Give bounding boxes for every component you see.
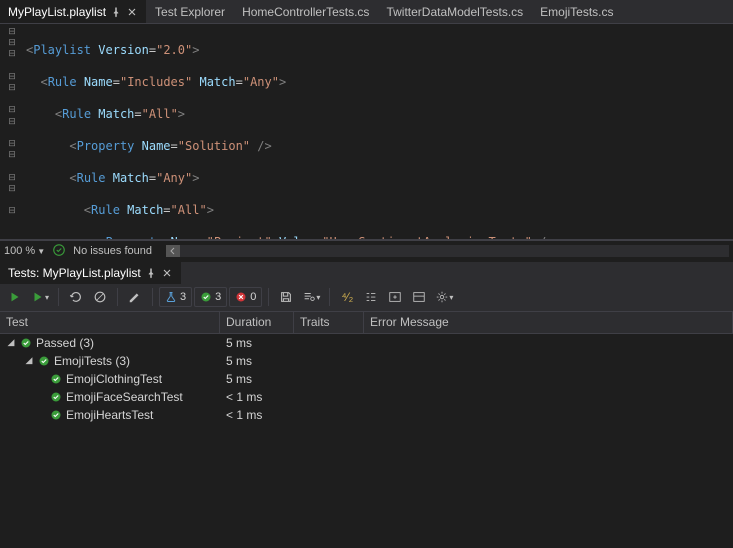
document-tabs-bar: MyPlayList.playlist Test Explorer HomeCo…	[0, 0, 733, 24]
expander-icon[interactable]: ◢	[24, 355, 34, 366]
run-button[interactable]: ▾	[28, 286, 52, 308]
tab-label: HomeControllerTests.cs	[242, 5, 369, 19]
run-all-button[interactable]	[4, 286, 26, 308]
zoom-level[interactable]: 100 % ▼	[4, 245, 45, 257]
save-playlist-button[interactable]	[275, 286, 297, 308]
tab-label: MyPlayList.playlist	[8, 5, 106, 19]
x-circle-icon	[235, 291, 247, 303]
fold-toggle[interactable]: ⊟	[0, 104, 24, 115]
tab-twitter-data-model-tests[interactable]: TwitterDataModelTests.cs	[378, 0, 532, 23]
check-circle-icon	[20, 337, 32, 349]
fold-toggle[interactable]: ⊟	[0, 138, 24, 149]
fold-toggle[interactable]: ⊟	[0, 205, 24, 216]
settings-button[interactable]: ▾	[432, 286, 456, 308]
cancel-build-button[interactable]	[89, 286, 111, 308]
check-circle-icon	[53, 244, 65, 259]
test-class-row[interactable]: ◢ EmojiTests (3) 5 ms	[0, 352, 733, 370]
expander-icon[interactable]: ◢	[6, 337, 16, 348]
columns-button[interactable]	[384, 286, 406, 308]
group-by-button[interactable]	[360, 286, 382, 308]
failed-tests-pill[interactable]: 0	[229, 287, 262, 307]
check-circle-icon	[50, 391, 62, 403]
column-error[interactable]: Error Message	[364, 312, 733, 333]
test-toolbar: ▾ 3 3 0 ▾ ⁴⁄₂ ▾	[0, 284, 733, 312]
close-icon[interactable]	[126, 6, 138, 18]
repeat-button[interactable]	[65, 286, 87, 308]
test-group-row[interactable]: ◢ Passed (3) 5 ms	[0, 334, 733, 352]
passed-tests-pill[interactable]: 3	[194, 287, 227, 307]
test-row[interactable]: EmojiFaceSearchTest < 1 ms	[0, 388, 733, 406]
issues-label: No issues found	[73, 245, 152, 257]
profile-icon[interactable]: ⁴⁄₂	[336, 286, 358, 308]
fold-toggle[interactable]: ⊟	[0, 37, 24, 48]
total-tests-pill[interactable]: 3	[159, 287, 192, 307]
close-icon[interactable]	[161, 267, 173, 279]
editor-status-bar: 100 % ▼ No issues found	[0, 240, 733, 262]
horizontal-scrollbar[interactable]	[166, 245, 729, 257]
column-test[interactable]: Test	[0, 312, 220, 333]
check-circle-icon	[38, 355, 50, 367]
tab-label: Test Explorer	[155, 5, 225, 19]
test-row[interactable]: EmojiClothingTest 5 ms	[0, 370, 733, 388]
tab-home-controller-tests[interactable]: HomeControllerTests.cs	[234, 0, 378, 23]
fold-toggle[interactable]: ⊟	[0, 116, 24, 127]
check-circle-icon	[50, 409, 62, 421]
pin-icon[interactable]	[145, 267, 157, 279]
check-circle-icon	[50, 373, 62, 385]
check-circle-icon	[200, 291, 212, 303]
chevron-down-icon: ▼	[37, 247, 45, 256]
column-duration[interactable]: Duration	[220, 312, 294, 333]
view-button[interactable]	[408, 286, 430, 308]
code-editor: ⊟ ⊟ ⊟ ⊟ ⊟ ⊟ ⊟ ⊟ ⊟ ⊟ ⊟ ⊟ <Playlist Versio…	[0, 24, 733, 240]
test-list: ◢ Passed (3) 5 ms ◢ EmojiTests (3) 5 ms …	[0, 334, 733, 548]
tab-test-explorer[interactable]: Test Explorer	[147, 0, 234, 23]
fold-toggle[interactable]: ⊟	[0, 82, 24, 93]
code-content[interactable]: <Playlist Version="2.0"> <Rule Name="Inc…	[24, 24, 733, 239]
fold-toggle[interactable]: ⊟	[0, 171, 24, 182]
test-list-header: Test Duration Traits Error Message	[0, 312, 733, 334]
edit-playlist-button[interactable]	[124, 286, 146, 308]
tab-emoji-tests[interactable]: EmojiTests.cs	[532, 0, 622, 23]
fold-toggle[interactable]: ⊟	[0, 183, 24, 194]
fold-gutter: ⊟ ⊟ ⊟ ⊟ ⊟ ⊟ ⊟ ⊟ ⊟ ⊟ ⊟ ⊟	[0, 24, 24, 239]
tab-label: EmojiTests.cs	[540, 5, 613, 19]
test-row[interactable]: EmojiHeartsTest < 1 ms	[0, 406, 733, 424]
tab-tests-playlist[interactable]: Tests: MyPlayList.playlist	[0, 262, 181, 284]
flask-icon	[165, 291, 177, 303]
pin-icon[interactable]	[110, 6, 122, 18]
playlist-button[interactable]: ▾	[299, 286, 323, 308]
fold-toggle[interactable]: ⊟	[0, 71, 24, 82]
tab-label: TwitterDataModelTests.cs	[386, 5, 523, 19]
test-panel-tabbar: Tests: MyPlayList.playlist	[0, 262, 733, 284]
column-traits[interactable]: Traits	[294, 312, 364, 333]
fold-toggle[interactable]: ⊟	[0, 26, 24, 37]
tab-label: Tests: MyPlayList.playlist	[8, 266, 141, 280]
tab-playlist[interactable]: MyPlayList.playlist	[0, 0, 147, 23]
fold-toggle[interactable]: ⊟	[0, 149, 24, 160]
fold-toggle[interactable]: ⊟	[0, 48, 24, 59]
